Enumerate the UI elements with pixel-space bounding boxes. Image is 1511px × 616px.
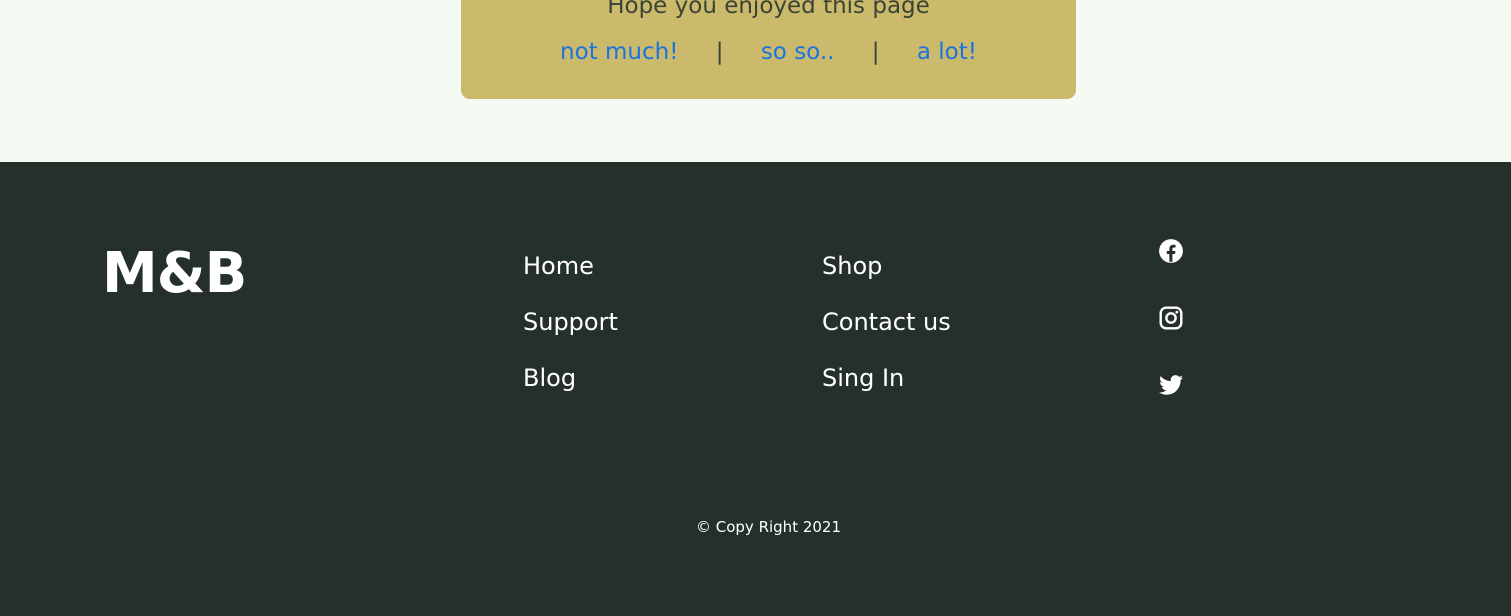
feedback-option-not-much[interactable]: not much! [560,39,678,65]
site-footer: M&B Home Support Blog Shop Contact us Si… [0,162,1511,616]
feedback-title: Hope you enjoyed this page [607,0,930,19]
footer-link-shop[interactable]: Shop [822,252,882,280]
feedback-box: Hope you enjoyed this page not much! | s… [461,0,1076,99]
footer-link-support[interactable]: Support [523,308,618,336]
feedback-separator: | [871,39,880,65]
brand-logo[interactable]: M&B [102,246,247,302]
instagram-icon[interactable] [1158,305,1184,331]
footer-link-blog[interactable]: Blog [523,364,576,392]
feedback-option-so-so[interactable]: so so.. [761,39,835,65]
facebook-icon[interactable] [1158,238,1184,264]
feedback-options: not much! | so so.. | a lot! [461,39,1076,65]
feedback-separator: | [715,39,724,65]
footer-link-sign-in[interactable]: Sing In [822,364,904,392]
page-top-section: Hope you enjoyed this page not much! | s… [0,0,1511,162]
feedback-option-a-lot[interactable]: a lot! [917,39,977,65]
footer-nav-column-2: Shop Contact us Sing In [822,248,951,416]
footer-nav-column-1: Home Support Blog [523,248,618,416]
footer-link-contact-us[interactable]: Contact us [822,308,951,336]
copyright-text: © Copy Right 2021 [695,518,842,536]
footer-link-home[interactable]: Home [523,252,594,280]
twitter-icon[interactable] [1158,372,1184,398]
social-links [1158,238,1184,439]
